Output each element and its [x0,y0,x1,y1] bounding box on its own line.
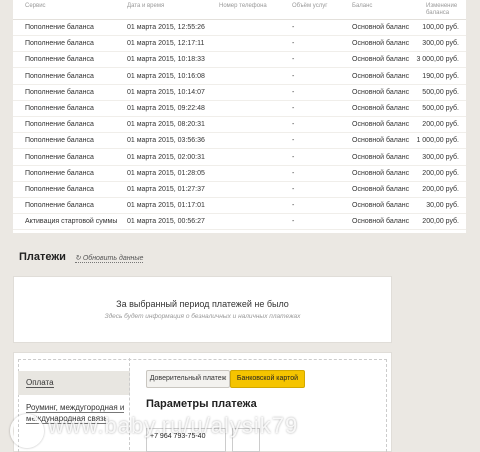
table-row: Пополнение баланса 01 марта 2015, 12:55:2… [13,19,466,36]
refresh-icon: ↻ [75,255,83,262]
table-row: Активация стартовой суммы 01 марта 2015, … [13,213,466,231]
cell-service: Пополнение баланса [25,72,94,80]
table-row: Пополнение баланса 01 марта 2015, 10:18:3… [13,51,466,69]
table-row: Пополнение баланса 01 марта 2015, 12:17:1… [13,35,466,53]
cell-datetime: 01 марта 2015, 08:20:31 [127,121,205,129]
column-header-balance[interactable]: Баланс [352,3,372,10]
table-row: Пополнение баланса 01 марта 2015, 01:28:0… [13,165,466,182]
payment-params-title: Параметры платежа [146,398,257,410]
cell-datetime: 01 марта 2015, 01:17:01 [127,202,205,210]
cell-change: 200,00 руб. [422,121,459,129]
cell-change: 200,00 руб. [422,218,459,226]
cell-volume: - [292,24,295,31]
cell-datetime: 01 марта 2015, 12:55:26 [127,24,205,31]
cell-datetime: 01 марта 2015, 00:56:27 [127,218,205,226]
cell-datetime: 01 марта 2015, 09:22:48 [127,105,205,112]
cell-volume: - [292,202,295,210]
cell-volume: - [292,169,295,177]
table-row: Пополнение баланса 01 марта 2015, 03:56:3… [13,132,466,150]
cell-service: Пополнение баланса [25,169,94,177]
column-header-volume[interactable]: Объём услуг [292,3,327,10]
cell-volume: - [292,105,295,112]
cell-service: Пополнение баланса [25,56,94,64]
cell-volume: - [292,218,295,226]
cell-service: Активация стартовой суммы [25,218,118,226]
cell-service: Пополнение баланса [25,88,94,96]
cell-change: 300,00 руб. [422,40,459,48]
payments-title: Платежи [19,251,66,263]
cell-datetime: 01 марта 2015, 10:14:07 [127,88,205,96]
cell-service: Пополнение баланса [25,186,94,193]
cell-datetime: 01 марта 2015, 02:00:31 [127,153,205,161]
cell-change: 500,00 руб. [422,88,459,96]
cell-datetime: 01 марта 2015, 03:56:36 [127,137,205,145]
cell-volume: - [292,56,295,64]
cell-datetime: 01 марта 2015, 10:18:33 [127,56,205,64]
cell-volume: - [292,88,295,96]
cell-volume: - [292,121,295,129]
refresh-label: Обновить данные [82,255,144,262]
cell-change: 3 000,00 руб. [416,56,459,64]
table-row: Пополнение баланса 01 марта 2015, 02:00:3… [13,149,466,166]
column-header-datetime[interactable]: Дата и время [127,3,164,10]
cell-service: Пополнение баланса [25,40,94,48]
sidebar-item-payment[interactable]: Оплата [26,378,54,388]
tab-trust-payment[interactable]: Доверительный платеж [146,370,230,388]
cell-volume: - [292,186,295,193]
cell-service: Пополнение баланса [25,24,94,31]
cell-change: 500,00 руб. [422,105,459,112]
cell-change: 30,00 руб. [426,202,459,210]
payments-empty-state: За выбранный период платежей не было Зде… [13,276,392,343]
watermark-logo [10,414,44,448]
transactions-panel: Сервис Дата и время Номер телефона Объём… [13,0,466,233]
column-header-phone[interactable]: Номер телефона [219,3,267,10]
table-row: Пополнение баланса 01 марта 2015, 01:27:3… [13,181,466,198]
cell-change: 300,00 руб. [422,153,459,161]
watermark-text: www.baby.ru/u/alysik79 [48,413,299,438]
column-header-service[interactable]: Сервис [25,3,46,10]
tab-bank-card[interactable]: Банковской картой [230,370,305,388]
cell-volume: - [292,72,295,80]
cell-change: 200,00 руб. [422,186,459,193]
column-header-change[interactable]: Изменение баланса [426,3,462,17]
cell-volume: - [292,137,295,145]
cell-change: 200,00 руб. [422,169,459,177]
table-header: Сервис Дата и время Номер телефона Объём… [13,0,466,20]
cell-service: Пополнение баланса [25,121,94,129]
cell-service: Пополнение баланса [25,153,94,161]
table-row: Пополнение баланса 01 марта 2015, 10:14:0… [13,84,466,101]
cell-change: 100,00 руб. [422,24,459,31]
cell-volume: - [292,153,295,161]
cell-datetime: 01 марта 2015, 01:28:05 [127,169,205,177]
cell-service: Пополнение баланса [25,202,94,210]
empty-state-title: За выбранный период платежей не было [116,299,289,309]
cell-service: Пополнение баланса [25,137,94,145]
cell-datetime: 01 марта 2015, 12:17:11 [127,40,205,48]
table-row: Пополнение баланса 01 марта 2015, 09:22:4… [13,100,466,117]
table-row: Пополнение баланса 01 марта 2015, 01:17:0… [13,197,466,215]
cell-service: Пополнение баланса [25,105,94,112]
empty-state-subtitle: Здесь будет информация о безналичных и н… [104,313,301,320]
cell-change: 1 000,00 руб. [416,137,459,145]
table-row: Пополнение баланса 01 марта 2015, 08:20:3… [13,116,466,134]
cell-datetime: 01 марта 2015, 01:27:37 [127,186,205,193]
cell-volume: - [292,40,295,48]
refresh-link[interactable]: ↻ Обновить данные [75,254,144,263]
cell-datetime: 01 марта 2015, 10:16:08 [127,72,205,80]
cell-change: 190,00 руб. [422,72,459,80]
table-row: Пополнение баланса 01 марта 2015, 10:16:0… [13,68,466,85]
